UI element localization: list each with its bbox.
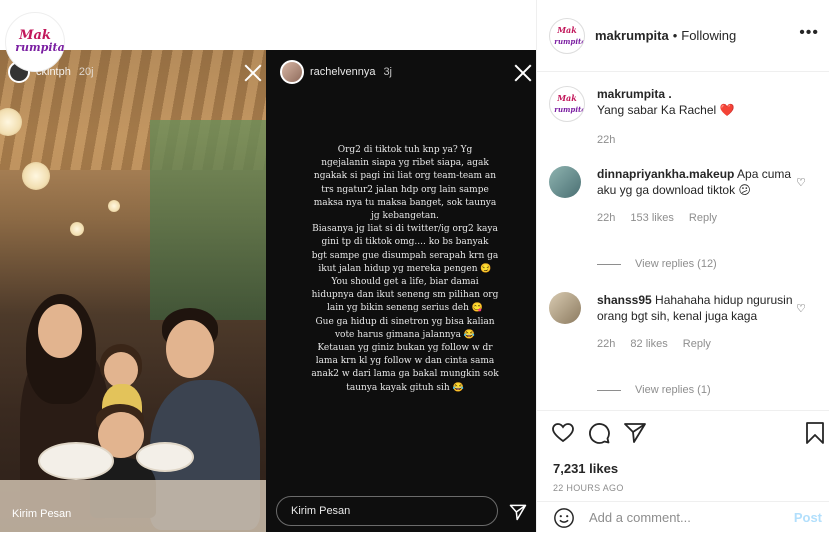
avatar-logo-line1: Mak [557,24,577,35]
emoji-icon[interactable] [553,507,575,529]
commenter-avatar[interactable] [549,166,581,198]
caption-text: Yang sabar Ka Rachel [597,103,717,117]
post-header: Mak rumpita makrumpita • Following ••• [537,0,829,72]
post-timestamp[interactable]: 22 HOURS AGO [553,483,624,493]
add-comment-bar: Add a comment... Post [537,501,829,533]
account-avatar[interactable]: Mak rumpita [549,17,585,54]
story1-time: 20j [78,66,94,78]
story-text-panel: rachelvennya 3j Org2 di tiktok tuh knp y… [266,50,536,532]
commenter-avatar[interactable] [549,292,581,324]
likes-count[interactable]: 7,231 likes [553,461,618,476]
story2-header: rachelvennya 3j [272,50,392,94]
story1-reply-placeholder[interactable]: Kirim Pesan [12,508,71,520]
story2-reply-input[interactable]: Kirim Pesan [276,496,498,526]
replies-divider-line [597,389,621,391]
add-comment-input[interactable]: Add a comment... [589,510,789,525]
post-media[interactable]: Mak rumpita ckintph 20j Kirim Pesan rach… [0,0,536,532]
reply-button[interactable]: Reply [689,212,717,224]
food-plate [38,442,114,480]
more-options-icon[interactable]: ••• [799,24,819,42]
caption-username[interactable]: makrumpita . [597,86,797,102]
comment-time: 22h [597,338,616,350]
pendant-lamp [70,222,84,236]
comments-list: Mak rumpita makrumpita . Yang sabar Ka R… [537,72,829,410]
heart-emoji: ❤️ [719,103,735,117]
caption-time: 22h [597,134,616,146]
comment-meta: 22h 153 likes Reply [597,210,797,226]
comment-likes[interactable]: 82 likes [630,338,667,350]
story2-username[interactable]: rachelvennya [310,66,375,78]
comment-bubble-icon[interactable] [587,421,611,445]
like-comment-heart-icon[interactable]: ♡ [796,176,807,189]
story2-time: 3j [383,66,392,78]
comment-time: 22h [597,212,616,224]
view-replies-button[interactable]: View replies (12) [597,258,717,270]
pendant-lamp [108,200,120,212]
comment-body: shanss95 Hahahaha hidup ngurusin orang b… [597,292,797,352]
bookmark-icon[interactable] [803,421,827,445]
restaurant-window [150,120,266,320]
send-icon[interactable] [508,502,528,522]
logo-line2: rumpita [15,41,65,54]
header-username[interactable]: makrumpita [595,28,669,43]
view-replies-label[interactable]: View replies (12) [635,258,717,270]
comment-meta: 22h 82 likes Reply [597,336,797,352]
caption-logo-line2: rumpita [554,105,585,114]
commenter-username[interactable]: dinnapriyankha.makeup [597,167,734,181]
like-heart-icon[interactable] [551,421,575,445]
header-separator: • [672,28,678,43]
caption-avatar[interactable]: Mak rumpita [549,86,585,122]
story2-body-text: Org2 di tiktok tuh knp ya? Yg ngejalanin… [311,145,499,393]
like-comment-heart-icon[interactable]: ♡ [796,302,807,315]
avatar-logo-line2: rumpita [554,36,585,46]
story-photo-panel: ckintph 20j Kirim Pesan [0,50,266,532]
watermark-logo: Mak rumpita [5,12,65,72]
post-actions: 7,231 likes 22 HOURS AGO Add a comment..… [537,410,829,532]
story2-avatar[interactable] [280,60,304,84]
dining-table [0,480,266,532]
share-send-icon[interactable] [623,421,647,445]
view-replies-button[interactable]: View replies (1) [597,384,711,396]
food-plate [136,442,194,472]
reply-button[interactable]: Reply [683,338,711,350]
close-icon[interactable] [244,64,262,82]
post-comment-button[interactable]: Post [794,510,822,525]
caption-body: makrumpita . Yang sabar Ka Rachel ❤️ 22h [597,86,797,148]
replies-divider-line [597,263,621,265]
close-icon[interactable] [514,64,532,82]
post-details-panel: Mak rumpita makrumpita • Following ••• M… [536,0,829,532]
comment-body: dinnapriyankha.makeup Apa cuma aku yg ga… [597,166,797,226]
caption-logo-line1: Mak [557,93,577,103]
pendant-lamp [22,162,50,190]
caption-text-line: Yang sabar Ka Rachel ❤️ [597,102,797,118]
commenter-username[interactable]: shanss95 [597,293,652,307]
comment-likes[interactable]: 153 likes [630,212,673,224]
view-replies-label[interactable]: View replies (1) [635,384,711,396]
following-button[interactable]: Following [681,28,736,43]
